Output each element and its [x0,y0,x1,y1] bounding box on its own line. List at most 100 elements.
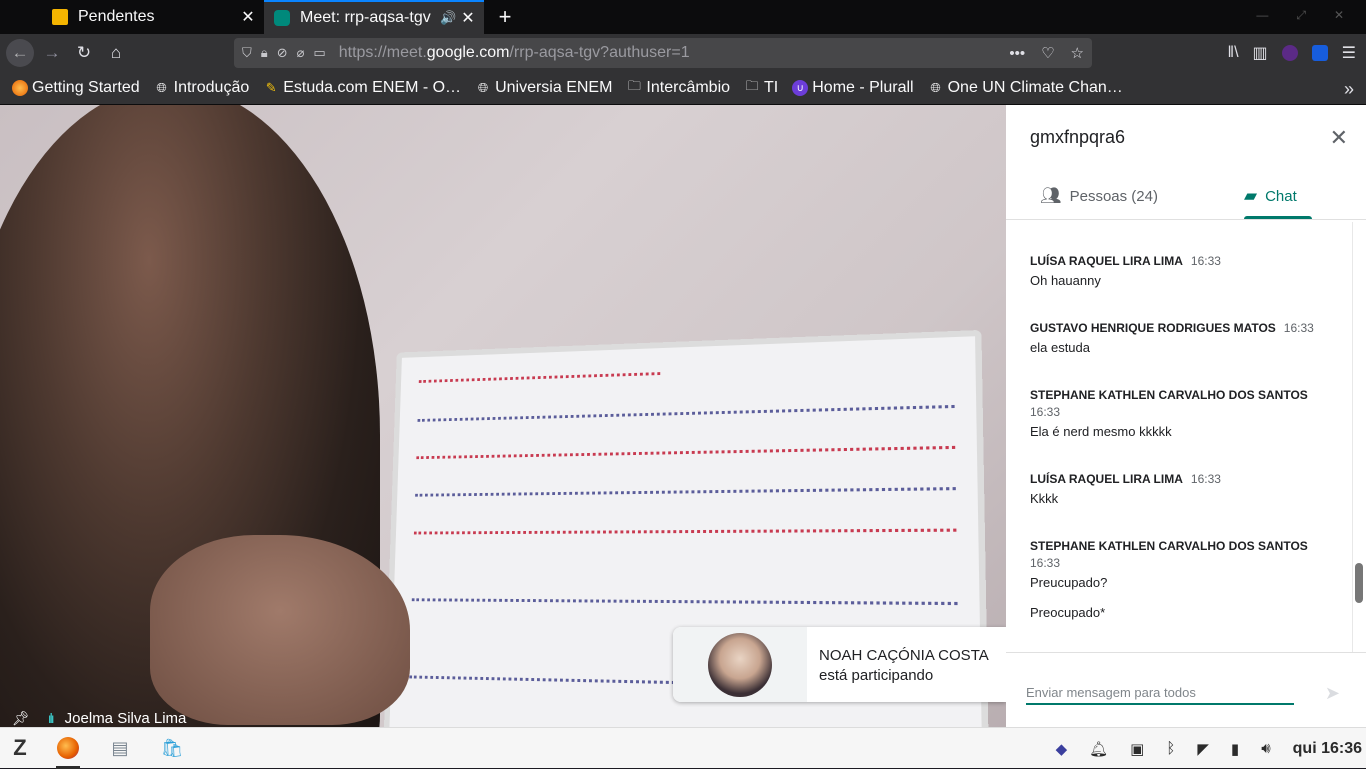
wifi-icon[interactable]: ◤ [1197,740,1209,758]
new-tab-button[interactable]: + [488,0,522,34]
notifications-icon[interactable]: 🔔︎ [1089,740,1108,758]
video-footer: 📌︎ ılı Joelma Silva Lima [0,705,300,727]
bookmark-universia[interactable]: 🌐︎ Universia ENEM [475,79,613,97]
board-writing [413,521,957,535]
forward-button[interactable]: → [38,39,66,67]
os-taskbar: Z ▤ 🛍︎ ◆ 🔔︎ ▣ ᛒ ◤ ▮ 🔊︎ qui 16:36 [0,727,1366,769]
zorin-connect-icon[interactable]: ◆ [1056,740,1068,758]
board-writing [415,479,956,497]
message-text-followup: Preocupado* [1030,605,1106,620]
url-bar[interactable]: ⛉ 🔒︎ ⊘ ⌀ ▭ https://meet.google.com/rrp-a… [234,38,1092,68]
plurall-icon: ∪ [792,80,809,96]
home-button[interactable]: ⌂ [102,39,130,67]
camera-blocked-icon[interactable]: ⊘ [277,45,288,61]
maximize-icon[interactable]: ⤢ [1296,8,1306,23]
extension-avatar-icon[interactable] [1281,45,1298,61]
chat-message-input[interactable] [1026,681,1294,705]
url-text[interactable]: https://meet.google.com/rrp-aqsa-tgv?aut… [339,44,994,62]
chat-scroll-track [1352,222,1353,652]
library-icon[interactable]: ‖\ [1227,44,1238,62]
message-time: 16:33 [1030,556,1061,570]
tab-chat[interactable]: ▰ Chat [1244,173,1312,219]
minimize-icon[interactable]: — [1256,8,1268,23]
menu-icon[interactable]: ☰ [1342,43,1356,63]
bitwarden-icon[interactable] [1311,45,1328,61]
board-writing [411,591,958,606]
audio-level-icon: ılı [47,710,55,726]
url-prefix: https://meet. [338,44,427,61]
mic-blocked-icon[interactable]: ⌀ [297,45,305,61]
clock[interactable]: qui 16:36 [1293,740,1362,758]
url-host: google.com [426,44,510,61]
bookmark-label: TI [764,79,779,96]
more-bookmarks-icon[interactable]: » [1344,79,1354,100]
message-text: Kkkk [1030,491,1059,506]
message-time: 16:33 [1190,472,1221,486]
close-tab-icon[interactable]: ✕ [460,8,476,28]
close-tab-icon[interactable]: ✕ [240,7,256,27]
speaker-icon[interactable]: 🔊 [440,10,456,26]
software-store-icon[interactable]: 🛍︎ [152,728,192,769]
bookmark-label: One UN Climate Chan… [947,79,1123,96]
globe-icon: 🌐︎ [156,80,167,95]
bookmark-getting-started[interactable]: Getting Started [12,79,140,97]
tab-people[interactable]: 👥︎ Pessoas (24) [1040,173,1158,219]
zorin-menu-icon[interactable]: Z [0,728,40,769]
chat-composer: ➤ [1006,652,1366,727]
bookmark-introducao[interactable]: 🌐︎ Introdução [154,79,249,97]
bookmark-label: Universia ENEM [495,79,613,96]
message-text: ela estuda [1030,340,1090,355]
volume-icon[interactable]: 🔊︎ [1261,740,1270,757]
chat-message-list[interactable]: LUÍSA RAQUEL LIRA LIMA 16:33 Oh hauanny G… [1006,220,1352,655]
firefox-logo [57,737,79,759]
pocket-icon[interactable]: ♡ [1041,44,1054,62]
message-sender: GUSTAVO HENRIQUE RODRIGUES MATOS [1030,321,1276,335]
message-text: Oh hauanny [1030,273,1101,288]
estuda-icon: ✎ [265,80,277,95]
message-time: 16:33 [1030,405,1061,419]
bookmarks-toolbar: Getting Started 🌐︎ Introdução ✎ Estuda.com… [0,72,1366,105]
url-path: /rrp-aqsa-tgv?authuser=1 [509,44,690,61]
participant-avatar [673,627,807,702]
lock-icon[interactable]: 🔒︎ [261,45,268,61]
bluetooth-icon[interactable]: ᛒ [1166,740,1175,757]
shield-icon[interactable]: ⛉ [242,45,252,61]
sidebar-icon[interactable]: ▥ [1253,43,1268,63]
message-sender: STEPHANE KATHLEN CARVALHO DOS SANTOS [1030,388,1308,402]
chat-message: LUÍSA RAQUEL LIRA LIMA 16:33 Kkkk [1030,471,1320,508]
reload-button[interactable]: ↻ [70,39,98,67]
pin-icon[interactable]: 📌︎ [12,710,30,727]
message-sender: LUÍSA RAQUEL LIRA LIMA [1030,254,1183,268]
people-tab-label: Pessoas (24) [1069,187,1158,205]
chat-permission-icon[interactable]: ▭ [313,45,325,61]
back-button[interactable]: ← [6,39,34,67]
bookmark-label: Home - Plurall [812,79,914,96]
bookmark-label: Intercâmbio [646,79,731,96]
speaker-name: Joelma Silva Lima [64,709,187,727]
close-panel-icon[interactable]: ✕ [1330,125,1348,151]
page-actions-icon[interactable]: ••• [1009,45,1025,62]
screenshot-icon[interactable]: ▣ [1130,740,1144,758]
system-tray: ◆ 🔔︎ ▣ ᛒ ◤ ▮ 🔊︎ qui 16:36 [1056,728,1366,769]
bookmark-un-climate[interactable]: 🌐︎ One UN Climate Chan… [928,79,1123,97]
bookmark-star-icon[interactable]: ☆ [1071,44,1084,62]
board-writing [416,438,956,460]
bookmark-plurall[interactable]: ∪ Home - Plurall [792,79,914,97]
toolbar-right: ‖\ ▥ ☰ [1227,34,1366,72]
message-sender: STEPHANE KATHLEN CARVALHO DOS SANTOS [1030,539,1308,553]
bookmark-intercambio[interactable]: 🗀 Intercâmbio [626,78,731,97]
chat-tab-label: Chat [1265,187,1297,205]
tab-meet[interactable]: Meet: rrp-aqsa-tgv 🔊 ✕ [264,0,484,34]
bookmark-ti[interactable]: 🗀 TI [744,78,779,97]
bookmark-estuda[interactable]: ✎ Estuda.com ENEM - O… [263,79,461,97]
firefox-taskbar-icon[interactable] [48,728,88,769]
tab-title: Pendentes [78,8,155,25]
send-icon[interactable]: ➤ [1325,683,1340,704]
files-icon[interactable]: ▤ [100,728,140,769]
folder-icon: 🗀 [745,78,759,93]
close-window-icon[interactable]: ✕ [1334,8,1344,23]
chat-scrollbar[interactable] [1355,563,1363,603]
battery-icon[interactable]: ▮ [1231,740,1239,758]
tab-pendentes[interactable]: Pendentes ✕ [42,0,264,34]
firefox-icon [12,80,28,96]
